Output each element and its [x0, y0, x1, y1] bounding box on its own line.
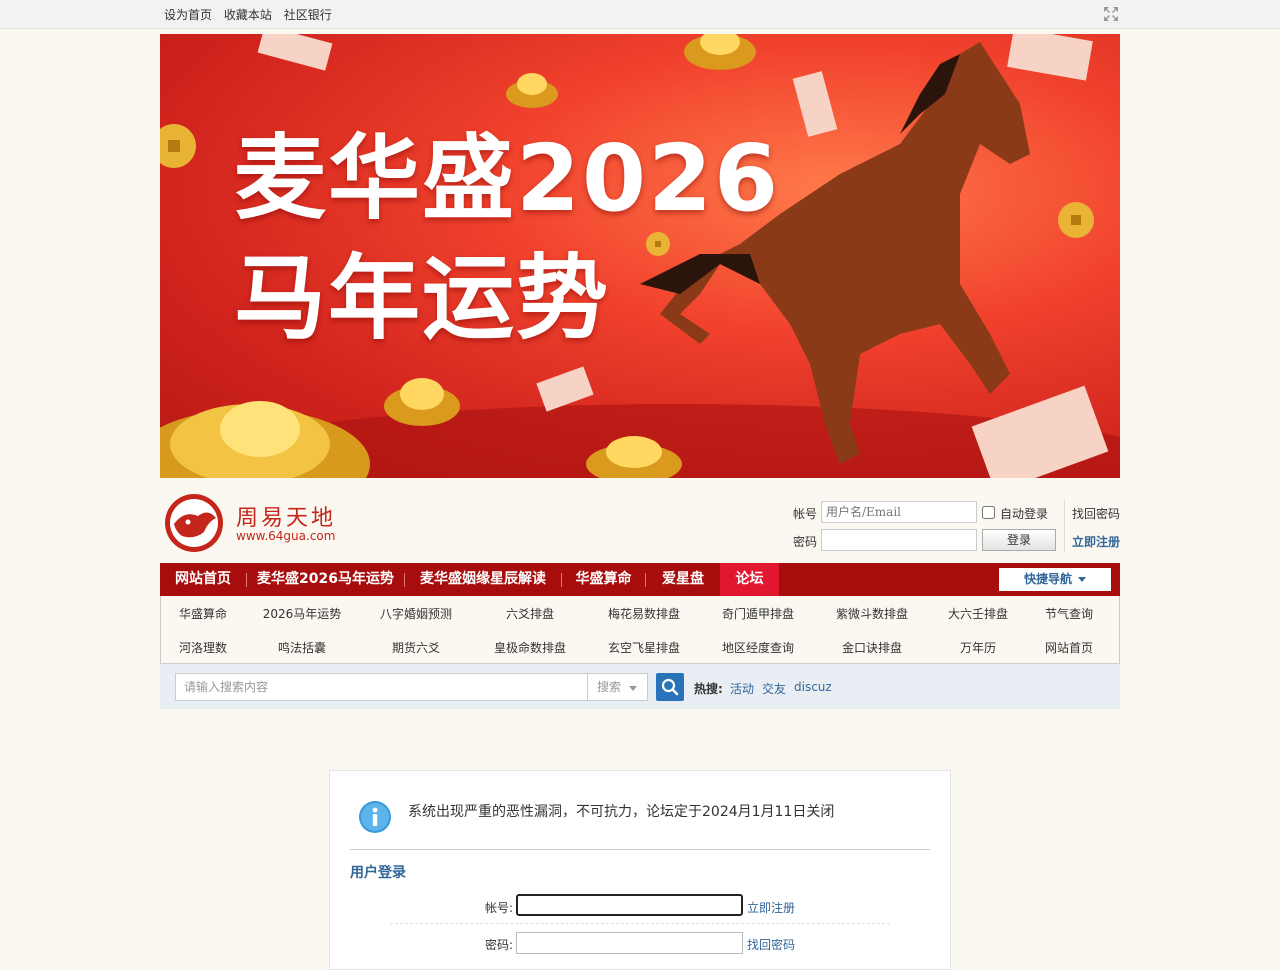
- top-bar: 设为首页 收藏本站 社区银行: [0, 0, 1280, 29]
- subnav-item[interactable]: 六爻排盘: [480, 605, 580, 622]
- subnav-item[interactable]: 金口诀排盘: [822, 639, 922, 656]
- hot-search-label: 热搜:: [694, 682, 723, 696]
- quick-nav-label: 快捷导航: [1023, 572, 1072, 586]
- account-label: 帐号: [793, 507, 818, 521]
- subnav-item[interactable]: 2026马年运势: [252, 605, 352, 622]
- subnav-item[interactable]: 紫微斗数排盘: [822, 605, 922, 622]
- site-logo[interactable]: 周易天地 www.64gua.com: [164, 492, 344, 554]
- banknote-icon: [257, 34, 333, 71]
- quick-nav-button[interactable]: 快捷导航: [999, 568, 1111, 591]
- subnav-item[interactable]: 地区经度查询: [708, 639, 808, 656]
- subnav-item[interactable]: 节气查询: [1019, 605, 1119, 622]
- dragon-logo-icon: [165, 494, 223, 552]
- find-password-link[interactable]: 找回密码: [1072, 505, 1120, 522]
- gold-ingot-icon: [684, 34, 756, 70]
- banknote-icon: [792, 71, 838, 137]
- subnav-item[interactable]: 梅花易数排盘: [594, 605, 694, 622]
- fullscreen-icon[interactable]: [1103, 6, 1119, 22]
- password-label: 密码:: [485, 938, 514, 952]
- search-type-label: 搜索: [597, 680, 622, 694]
- subnav-item[interactable]: 八字婚姻预测: [366, 605, 466, 622]
- divider: [1064, 500, 1065, 552]
- search-bar: 请输入搜索内容 搜索 热搜: 活动 交友 discuz: [160, 664, 1120, 709]
- password-input[interactable]: [821, 529, 977, 551]
- coin-icon: [160, 124, 196, 168]
- banner-title-line1: 麦华盛2026: [234, 125, 781, 232]
- register-link[interactable]: 立即注册: [1072, 533, 1120, 550]
- hot-keyword[interactable]: 活动: [730, 680, 754, 697]
- site-name: 周易天地: [236, 506, 337, 531]
- hot-keyword[interactable]: 交友: [762, 680, 786, 697]
- banknote-icon: [1007, 34, 1093, 81]
- search-icon: [661, 678, 679, 696]
- auto-login-checkbox[interactable]: [982, 506, 995, 519]
- subnav-item[interactable]: 网站首页: [1019, 639, 1119, 656]
- subnav-item[interactable]: 玄空飞星排盘: [594, 639, 694, 656]
- notice-message: 系统出现严重的恶性漏洞，不可抗力，论坛定于2024月1月11日关闭: [408, 804, 835, 820]
- gold-ingot-icon: [506, 73, 558, 108]
- nav-forum[interactable]: 论坛: [720, 563, 779, 596]
- banknote-icon: [536, 366, 594, 412]
- set-homepage-link[interactable]: 设为首页: [164, 8, 212, 22]
- account-field[interactable]: [516, 894, 743, 916]
- login-button[interactable]: 登录: [982, 529, 1056, 551]
- chevron-down-icon: [1078, 577, 1086, 582]
- promo-banner[interactable]: 麦华盛2026 马年运势: [160, 34, 1120, 478]
- search-button[interactable]: [656, 673, 684, 701]
- search-input[interactable]: 请输入搜索内容: [175, 673, 587, 701]
- subnav-item[interactable]: 万年历: [928, 639, 1028, 656]
- sub-nav: 华盛算命 2026马年运势 八字婚姻预测 六爻排盘 梅花易数排盘 奇门遁甲排盘 …: [160, 596, 1120, 664]
- chevron-down-icon: [629, 686, 637, 691]
- search-type-select[interactable]: 搜索: [587, 673, 648, 701]
- password-label: 密码: [793, 535, 818, 549]
- notice-panel: 系统出现严重的恶性漏洞，不可抗力，论坛定于2024月1月11日关闭 用户登录 帐…: [329, 770, 951, 970]
- site-url: www.64gua.com: [236, 529, 336, 543]
- subnav-item[interactable]: 华盛算命: [153, 605, 253, 622]
- bookmark-link[interactable]: 收藏本站: [224, 8, 272, 22]
- login-title: 用户登录: [350, 865, 406, 881]
- username-input[interactable]: [821, 501, 977, 523]
- gold-ingot-icon: [384, 378, 460, 426]
- nav-home[interactable]: 网站首页: [160, 563, 246, 596]
- register-link[interactable]: 立即注册: [747, 899, 795, 916]
- community-bank-link[interactable]: 社区银行: [284, 8, 332, 22]
- gold-ingot-icon: [160, 401, 370, 478]
- password-field[interactable]: [516, 932, 743, 954]
- nav-huasheng-fortune[interactable]: 华盛算命: [562, 563, 645, 596]
- nav-2026-horse-fortune[interactable]: 麦华盛2026马年运势: [247, 563, 404, 596]
- subnav-item[interactable]: 奇门遁甲排盘: [708, 605, 808, 622]
- subnav-item[interactable]: 鸣法括囊: [252, 639, 352, 656]
- banner-title-line2: 马年运势: [234, 245, 611, 352]
- subnav-item[interactable]: 期货六爻: [366, 639, 466, 656]
- header-login-form: 帐号 密码 自动登录 登录 找回密码 立即注册: [790, 498, 1120, 558]
- main-nav: 网站首页 麦华盛2026马年运势 麦华盛姻缘星辰解读 华盛算命 爱星盘 论坛 快…: [160, 563, 1120, 596]
- nav-marriage-star[interactable]: 麦华盛姻缘星辰解读: [405, 563, 561, 596]
- subnav-item[interactable]: 大六壬排盘: [928, 605, 1028, 622]
- top-links: 设为首页 收藏本站 社区银行: [164, 6, 340, 23]
- dashed-divider: [390, 923, 890, 924]
- subnav-item[interactable]: 皇极命数排盘: [480, 639, 580, 656]
- info-icon: [359, 801, 391, 833]
- subnav-item[interactable]: 河洛理数: [153, 639, 253, 656]
- nav-astro-chart[interactable]: 爱星盘: [646, 563, 720, 596]
- divider: [350, 849, 930, 850]
- find-password-link[interactable]: 找回密码: [747, 936, 795, 953]
- auto-login-label[interactable]: 自动登录: [1000, 505, 1048, 522]
- coin-icon: [1058, 202, 1094, 238]
- account-label: 帐号:: [485, 901, 514, 915]
- hot-keyword[interactable]: discuz: [794, 680, 832, 694]
